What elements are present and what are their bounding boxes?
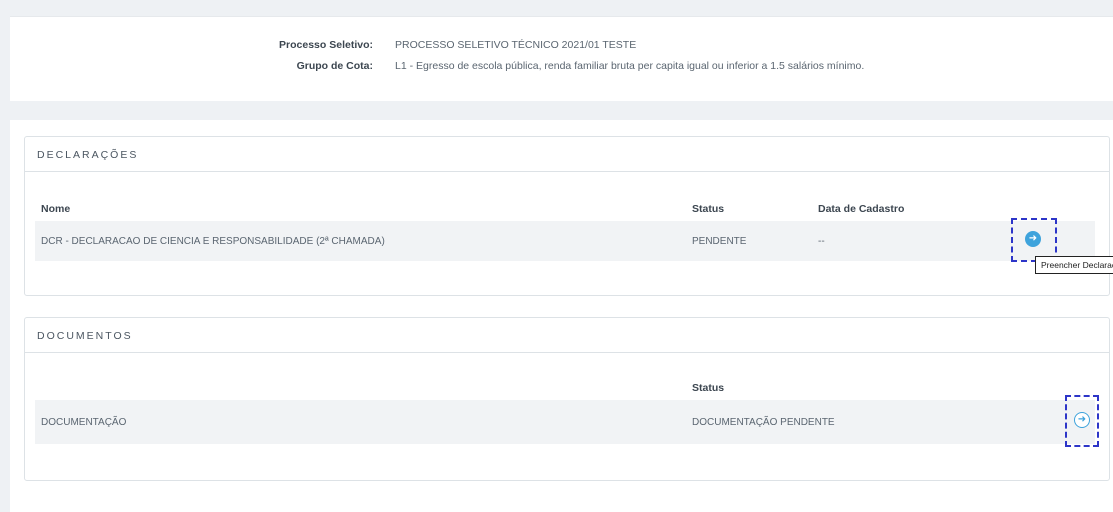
preencher-declaracao-button[interactable]: ➜: [1025, 231, 1041, 247]
table-row: [35, 400, 1095, 444]
arrow-right-circle-icon: ➜: [1028, 233, 1038, 244]
col-status-header: Status: [692, 203, 725, 215]
col-data-header: Data de Cadastro: [818, 203, 905, 215]
documento-status: DOCUMENTAÇÃO PENDENTE: [692, 417, 835, 428]
declaracao-nome: DCR - DECLARACAO DE CIENCIA E RESPONSABI…: [41, 236, 385, 247]
documentos-title: DOCUMENTOS: [37, 330, 133, 342]
main-content: DECLARAÇÕES Nome Status Data de Cadastro…: [10, 120, 1113, 512]
documentacao-button[interactable]: ➜: [1074, 412, 1090, 428]
doc-col-status-header: Status: [692, 382, 725, 394]
arrow-right-circle-icon: ➜: [1077, 414, 1087, 425]
documentos-header: DOCUMENTOS: [25, 318, 1109, 353]
documentos-panel: DOCUMENTOS Status DOCUMENTAÇÃO DOCUMENTA…: [24, 317, 1110, 481]
process-info-card: Processo Seletivo: PROCESSO SELETIVO TÉC…: [10, 16, 1113, 101]
tooltip: Preencher Declaração: [1035, 256, 1113, 274]
cota-value: L1 - Egresso de escola pública, renda fa…: [395, 60, 865, 72]
declaracao-data: --: [818, 236, 825, 247]
processo-label: Processo Seletivo:: [279, 39, 373, 51]
cota-label: Grupo de Cota:: [296, 60, 373, 72]
declaracao-status: PENDENTE: [692, 236, 747, 247]
declaracoes-panel: DECLARAÇÕES Nome Status Data de Cadastro…: [24, 136, 1110, 296]
declaracoes-header: DECLARAÇÕES: [25, 137, 1109, 172]
processo-value: PROCESSO SELETIVO TÉCNICO 2021/01 TESTE: [395, 39, 637, 51]
declaracoes-title: DECLARAÇÕES: [37, 149, 139, 161]
documento-nome: DOCUMENTAÇÃO: [41, 417, 127, 428]
col-nome-header: Nome: [41, 203, 71, 215]
